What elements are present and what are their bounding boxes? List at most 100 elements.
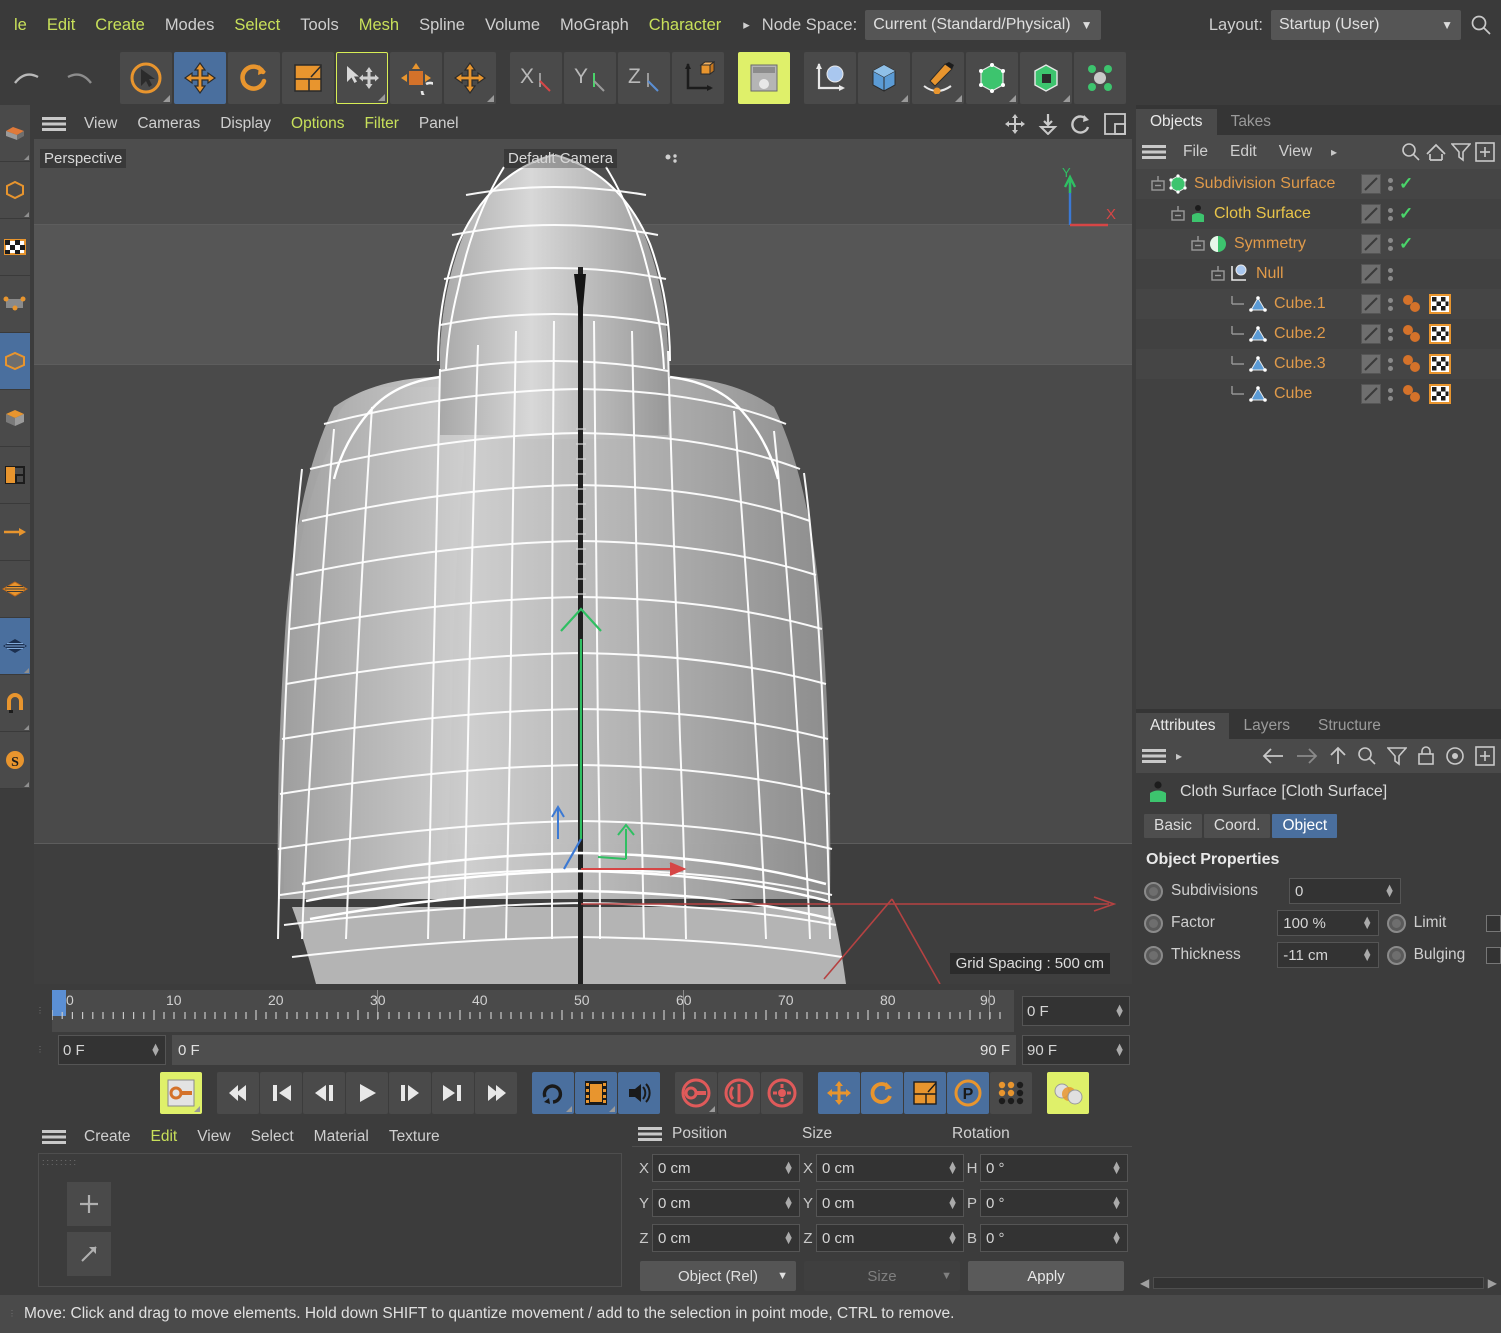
objects-search-icon[interactable] [1401, 142, 1421, 162]
phong-tag-icon[interactable] [1401, 324, 1423, 344]
phong-tag-icon[interactable] [1401, 384, 1423, 404]
enable-axis-tool[interactable] [390, 51, 442, 104]
scale-tool[interactable] [282, 51, 334, 104]
menu-create[interactable]: Create [85, 12, 155, 39]
go-to-end-button[interactable] [475, 1072, 517, 1114]
move-tool[interactable] [174, 51, 226, 104]
layout-select[interactable]: Startup (User) ▼ [1271, 10, 1461, 40]
viewport-menu-view[interactable]: View [74, 115, 127, 133]
visibility-tag-icon[interactable] [1361, 294, 1381, 314]
object-tree[interactable]: Subdivision Surface ✓ Cloth Surface ✓ Sy… [1136, 169, 1501, 409]
attributes-filter-icon[interactable] [1387, 746, 1407, 766]
redo-button[interactable] [54, 52, 106, 104]
record-scale-button[interactable] [904, 1072, 946, 1114]
uv-mode-button[interactable] [0, 447, 30, 504]
select-and-move-tool[interactable] [336, 51, 388, 104]
menu-select[interactable]: Select [224, 12, 290, 39]
viewport-zoom-icon[interactable] [1038, 113, 1058, 135]
live-selection-tool[interactable] [120, 51, 172, 104]
lock-x-axis-button[interactable]: X [510, 51, 562, 104]
enable-checkmark-icon[interactable]: ✓ [1399, 234, 1413, 254]
limit-animation-dot[interactable] [1386, 913, 1406, 933]
timeline-range-bar[interactable]: 0 F 90 F [172, 1035, 1016, 1065]
go-to-previous-key-button[interactable] [260, 1072, 302, 1114]
range-end-field[interactable]: 90 F ▲ ▼ [1022, 1035, 1130, 1065]
project-settings-button[interactable] [1047, 1072, 1089, 1114]
object-mode-button[interactable] [0, 162, 30, 219]
point-level-animation-button[interactable] [990, 1072, 1032, 1114]
visibility-dots-icon[interactable] [1388, 237, 1393, 251]
position-y-field[interactable]: 0 cm ▲ ▼ [652, 1189, 800, 1217]
tab-takes[interactable]: Takes [1217, 109, 1286, 135]
object-row-cube-2[interactable]: Cube.2 [1136, 319, 1501, 349]
subdivisions-animation-dot[interactable] [1144, 881, 1163, 901]
spinner-icon[interactable]: ▲ ▼ [1111, 1160, 1122, 1177]
menu-character[interactable]: Character [639, 12, 731, 39]
attributes-lock-icon[interactable] [1417, 746, 1435, 766]
material-menu-material[interactable]: Material [304, 1128, 379, 1146]
record-rotation-button[interactable] [861, 1072, 903, 1114]
render-preview-button[interactable] [575, 1072, 617, 1114]
viewport-hamburger-icon[interactable] [42, 116, 66, 132]
object-row-cube[interactable]: Cube [1136, 379, 1501, 409]
subtab-basic[interactable]: Basic [1144, 814, 1202, 838]
attributes-back-icon[interactable] [1261, 747, 1285, 765]
content-browser-button[interactable] [738, 51, 790, 104]
autokey-button[interactable] [675, 1072, 717, 1114]
scroll-left-icon[interactable]: ◀ [1140, 1276, 1149, 1290]
subtab-coord[interactable]: Coord. [1203, 814, 1271, 838]
snap-tool-button[interactable]: S [0, 732, 30, 789]
objects-add-icon[interactable] [1475, 142, 1495, 162]
factor-animation-dot[interactable] [1144, 913, 1163, 933]
thickness-field[interactable]: -11 cm ▲ ▼ [1277, 942, 1379, 968]
expand-collapse-icon[interactable] [1190, 236, 1206, 252]
size-x-field[interactable]: 0 cm ▲ ▼ [816, 1154, 964, 1182]
menu-spline[interactable]: Spline [409, 12, 475, 39]
spinner-icon[interactable]: ▲ ▼ [1114, 1042, 1125, 1059]
menu-mesh[interactable]: Mesh [349, 12, 409, 39]
menu-modes[interactable]: Modes [155, 12, 225, 39]
node-space-select[interactable]: Current (Standard/Physical) ▼ [865, 10, 1101, 40]
expand-collapse-icon[interactable] [1210, 266, 1226, 282]
undo-button[interactable] [0, 52, 52, 104]
world-coordinate-system-button[interactable] [672, 51, 724, 104]
object-row-cube-3[interactable]: Cube.3 [1136, 349, 1501, 379]
material-tag-icon[interactable] [1429, 294, 1451, 314]
model-mode-button[interactable] [0, 105, 30, 162]
bulging-animation-dot[interactable] [1386, 945, 1406, 965]
menu-file[interactable]: le [4, 12, 37, 39]
add-generator-button[interactable] [1020, 51, 1072, 104]
workplane-button[interactable] [0, 561, 30, 618]
visibility-tag-icon[interactable] [1361, 174, 1381, 194]
thickness-animation-dot[interactable] [1144, 945, 1163, 965]
world-object-axis-tool[interactable] [444, 51, 496, 104]
objects-filter-icon[interactable] [1451, 142, 1471, 162]
spinner-icon[interactable]: ▲ ▼ [1362, 915, 1373, 932]
spinner-icon[interactable]: ▲ ▼ [783, 1160, 794, 1177]
enable-axis-modification-button[interactable] [0, 504, 30, 561]
visibility-tag-icon[interactable] [1361, 384, 1381, 404]
go-to-start-button[interactable] [217, 1072, 259, 1114]
menu-mograph[interactable]: MoGraph [550, 12, 639, 39]
visibility-dots-icon[interactable] [1388, 177, 1393, 191]
menu-volume[interactable]: Volume [475, 12, 550, 39]
timeline-ruler[interactable]: 0 10 20 30 40 50 60 70 80 90 [52, 990, 1014, 1032]
limit-checkbox[interactable] [1485, 914, 1501, 932]
phong-tag-icon[interactable] [1401, 294, 1423, 314]
expand-collapse-icon[interactable] [1170, 206, 1186, 222]
spinner-icon[interactable]: ▲ ▼ [783, 1195, 794, 1212]
current-frame-field[interactable]: 0 F ▲ ▼ [1022, 996, 1130, 1026]
viewport-menu-options[interactable]: Options [281, 115, 354, 133]
attributes-up-icon[interactable] [1329, 746, 1347, 766]
rotate-tool[interactable] [228, 51, 280, 104]
viewport-menu-display[interactable]: Display [210, 115, 281, 133]
viewport-menu-cameras[interactable]: Cameras [127, 115, 210, 133]
visibility-dots-icon[interactable] [1388, 387, 1393, 401]
objects-menu-file[interactable]: File [1174, 143, 1217, 161]
rotation-b-field[interactable]: 0 ° ▲ ▼ [980, 1224, 1128, 1252]
attributes-forward-icon[interactable] [1295, 747, 1319, 765]
material-menu-create[interactable]: Create [74, 1128, 141, 1146]
phong-tag-icon[interactable] [1401, 354, 1423, 374]
add-light-button[interactable] [804, 51, 856, 104]
scroll-right-icon[interactable]: ▶ [1488, 1276, 1497, 1290]
